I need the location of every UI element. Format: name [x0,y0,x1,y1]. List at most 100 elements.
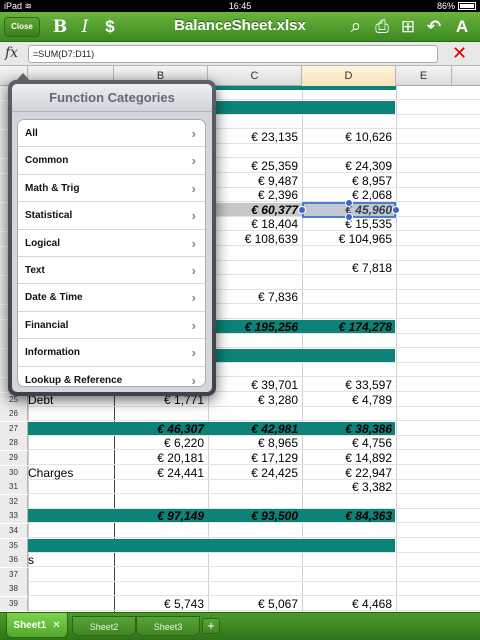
table-cell[interactable] [302,86,396,100]
table-cell[interactable] [28,582,114,596]
table-cell[interactable] [396,130,480,144]
table-cell[interactable] [28,407,114,421]
table-cell[interactable] [28,509,114,523]
function-category-item[interactable]: Information › [18,339,205,367]
table-cell[interactable] [396,115,480,129]
row-number[interactable]: 37 [0,567,28,582]
bold-icon[interactable]: B [50,16,70,38]
table-cell[interactable]: € 174,278 [302,320,396,334]
number-format-icon[interactable]: $ [100,16,120,38]
table-cell[interactable] [114,553,208,567]
table-cell[interactable]: € 8,957 [302,174,396,188]
table-cell[interactable] [208,334,302,348]
table-cell[interactable] [396,363,480,377]
table-cell[interactable]: € 22,947 [302,466,396,480]
table-cell[interactable] [208,363,302,377]
table-cell[interactable] [28,480,114,494]
table-cell[interactable] [396,568,480,582]
table-cell[interactable] [28,495,114,509]
table-cell[interactable] [302,334,396,348]
table-cell[interactable] [396,466,480,480]
table-cell[interactable]: € 24,425 [208,466,302,480]
table-cell[interactable] [302,407,396,421]
table-cell[interactable] [396,334,480,348]
table-cell[interactable] [208,276,302,290]
row-number[interactable]: 30 [0,465,28,480]
table-cell[interactable] [302,101,396,115]
table-cell[interactable] [28,422,114,436]
table-cell[interactable] [208,495,302,509]
undo-icon[interactable]: ↶ [424,16,444,38]
sheet-tab-2[interactable]: Sheet2 [72,616,136,636]
table-cell[interactable] [208,305,302,319]
table-cell[interactable] [396,422,480,436]
table-cell[interactable]: € 5,743 [114,597,208,611]
row-number[interactable]: 38 [0,582,28,597]
table-cell[interactable]: € 6,220 [114,436,208,450]
close-button[interactable]: Close [4,17,40,37]
function-category-item[interactable]: Lookup & Reference › [18,367,205,386]
table-cell[interactable] [396,524,480,538]
selection-handle[interactable] [345,198,353,207]
table-cell[interactable] [396,393,480,407]
function-category-item[interactable]: Text › [18,257,205,285]
table-cell[interactable] [302,349,396,363]
table-cell[interactable]: € 2,396 [208,188,302,202]
table-cell[interactable] [302,539,396,553]
table-cell[interactable]: € 60,377 [208,203,302,217]
table-cell[interactable] [302,290,396,304]
table-cell[interactable]: € 7,836 [208,290,302,304]
table-cell[interactable]: € 5,067 [208,597,302,611]
function-category-item[interactable]: Common › [18,147,205,175]
table-cell[interactable]: € 93,500 [208,509,302,523]
column-header-d[interactable]: D [302,66,396,86]
table-cell[interactable]: € 4,468 [302,597,396,611]
table-cell[interactable] [396,451,480,465]
table-cell[interactable]: € 25,359 [208,159,302,173]
table-cell[interactable]: € 39,701 [208,378,302,392]
format-icon[interactable]: A [452,16,472,38]
table-cell[interactable] [208,115,302,129]
table-cell[interactable] [302,115,396,129]
table-cell[interactable] [396,159,480,173]
table-cell[interactable] [302,553,396,567]
table-cell[interactable]: € 108,639 [208,232,302,246]
row-number[interactable]: 28 [0,436,28,451]
table-cell[interactable] [208,407,302,421]
table-cell[interactable]: € 23,135 [208,130,302,144]
table-cell[interactable]: € 20,181 [114,451,208,465]
table-cell[interactable] [208,553,302,567]
row-number[interactable]: 33 [0,509,28,524]
table-cell[interactable] [28,539,114,553]
table-cell[interactable] [302,524,396,538]
table-cell[interactable] [302,582,396,596]
row-number[interactable]: 26 [0,407,28,422]
table-cell[interactable]: Charges [28,466,114,480]
search-icon[interactable]: ⌕ [346,16,366,38]
table-cell[interactable] [396,509,480,523]
fx-icon[interactable]: fx [5,45,18,61]
table-cell[interactable]: € 8,965 [208,436,302,450]
table-cell[interactable] [396,188,480,202]
table-cell[interactable] [396,203,480,217]
table-cell[interactable]: € 7,818 [302,261,396,275]
table-cell[interactable] [396,261,480,275]
row-number[interactable]: 29 [0,451,28,465]
function-category-item[interactable]: Statistical › [18,202,205,230]
table-cell[interactable] [396,495,480,509]
table-cell[interactable] [396,305,480,319]
table-cell[interactable]: € 9,487 [208,174,302,188]
row-number[interactable]: 31 [0,480,28,495]
table-cell[interactable]: € 24,309 [302,159,396,173]
table-cell[interactable]: € 10,626 [302,130,396,144]
table-cell[interactable] [302,247,396,261]
table-cell[interactable] [396,232,480,246]
table-cell[interactable] [396,144,480,158]
sheet-tab-1[interactable]: Sheet1 ✕ [6,613,68,638]
table-cell[interactable] [396,174,480,188]
table-cell[interactable] [208,86,302,100]
table-cell[interactable] [396,553,480,567]
table-cell[interactable] [396,539,480,553]
table-cell[interactable]: € 3,382 [302,480,396,494]
table-cell[interactable] [28,524,114,538]
